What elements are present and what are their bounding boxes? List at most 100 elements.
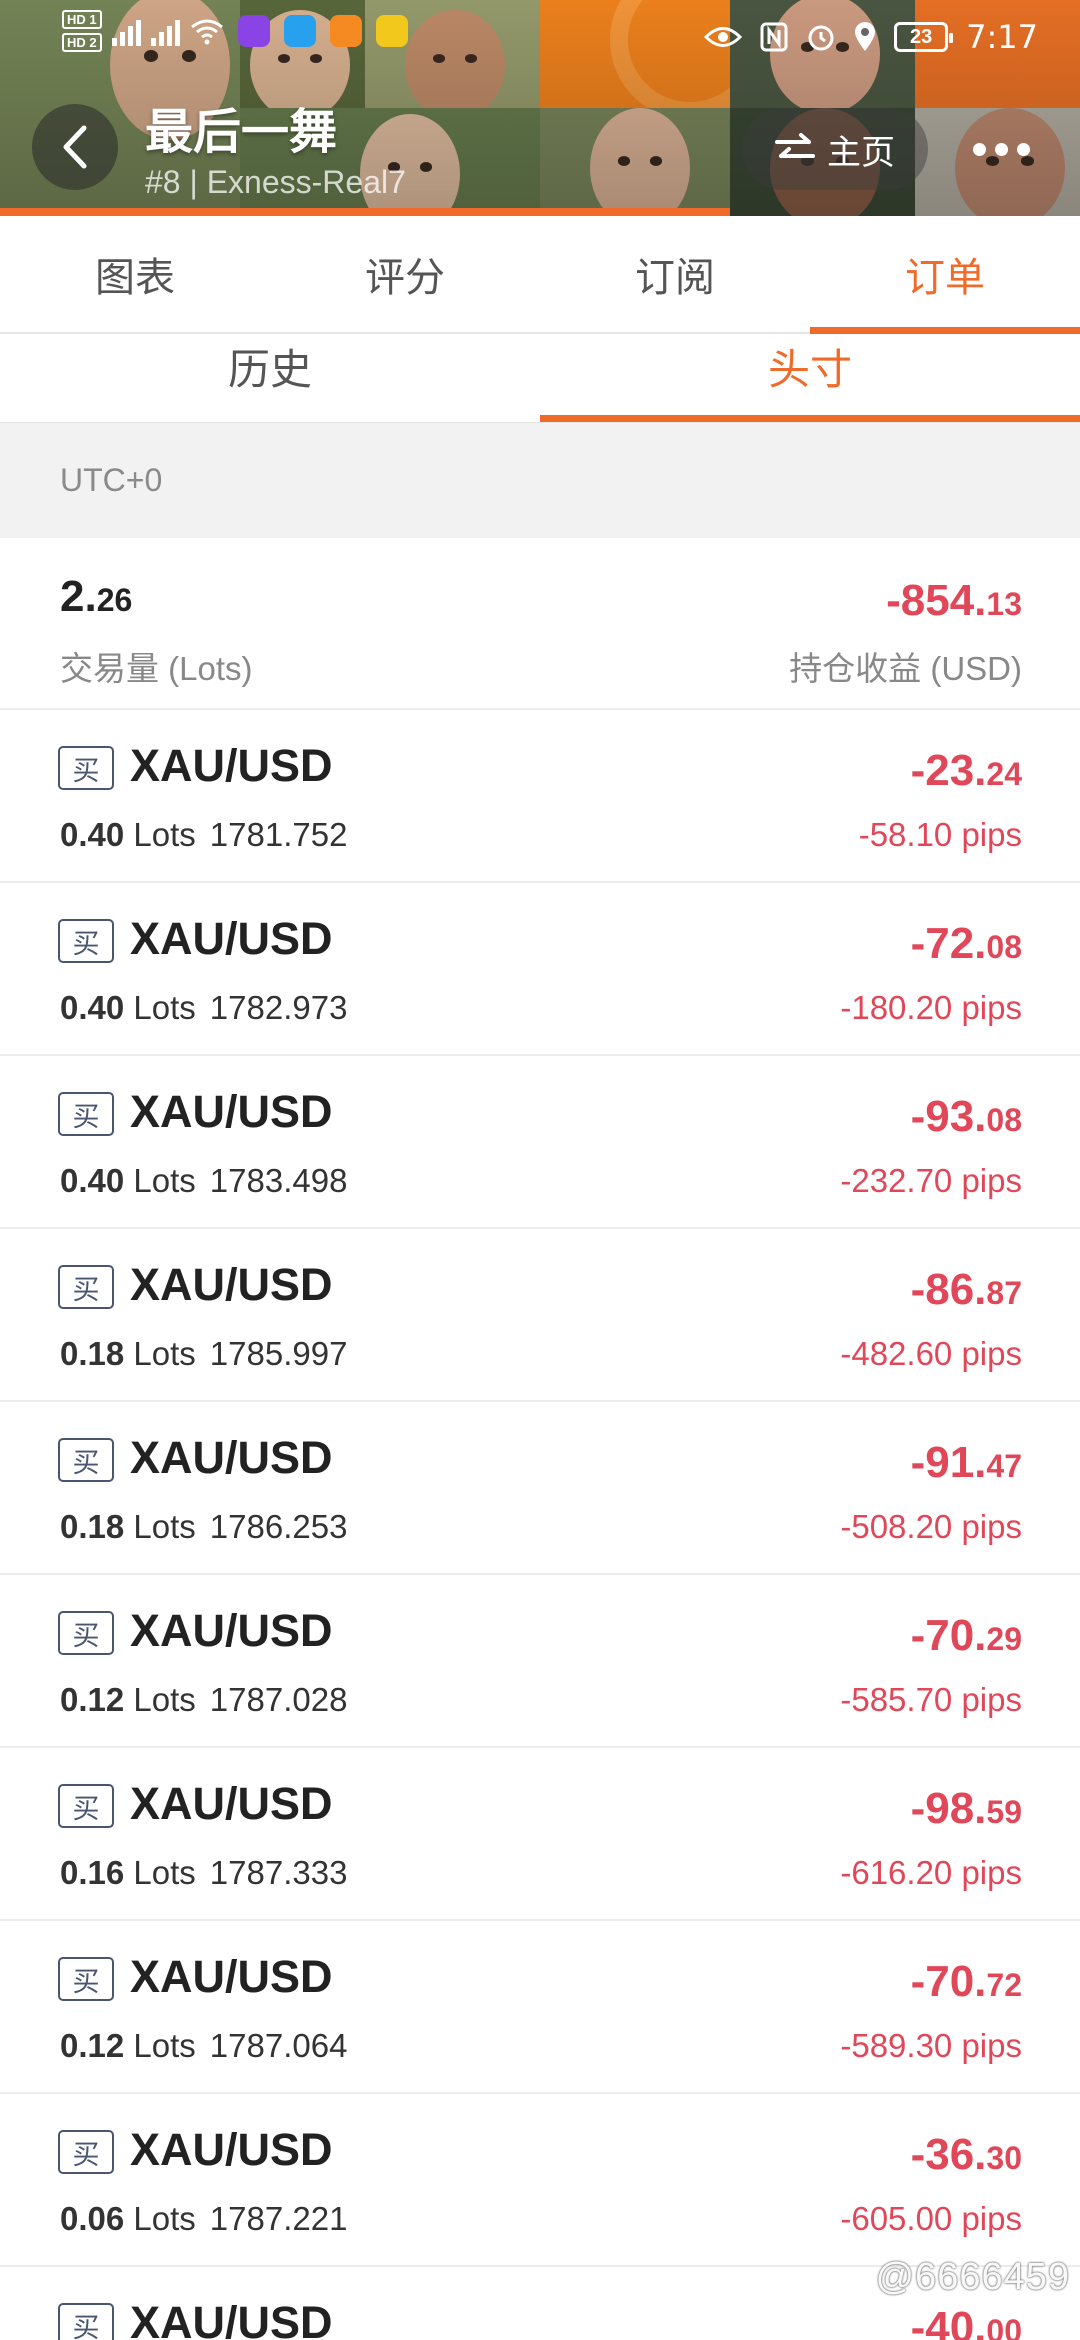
chevron-left-icon [63, 125, 87, 169]
total-profit-dec: 13 [986, 586, 1022, 622]
total-volume-int: 2. [60, 572, 97, 621]
order-profit: -70.72 [911, 1957, 1022, 2007]
profile-name: 最后一舞 [145, 106, 338, 159]
order-detail: 0.06 Lots 1787.221 [60, 2200, 347, 2238]
order-profit: -91.47 [911, 1438, 1022, 1488]
order-lots: 0.40 [60, 1162, 125, 1199]
buy-badge: 买 [58, 919, 114, 963]
tab-orders[interactable]: 订单 [810, 216, 1080, 334]
order-profit-dec: 08 [986, 1102, 1022, 1138]
timezone-bar: UTC+0 [0, 422, 1080, 538]
order-open-price: 1787.064 [209, 2027, 348, 2064]
order-list: 买 XAU/USD 0.40 Lots 1781.752 -23.24 -58.1… [0, 710, 1080, 2340]
order-lots: 0.16 [60, 1854, 125, 1891]
order-detail: 0.40 Lots 1782.973 [60, 989, 347, 1027]
order-profit-int: -70. [910, 1611, 987, 1660]
status-time: 7:17 [966, 18, 1038, 56]
battery-indicator: 23 [894, 22, 954, 52]
order-profit: -72.08 [911, 919, 1022, 969]
order-row[interactable]: 买 XAU/USD 0.40 Lots 1782.973 -72.08 -180.… [0, 883, 1080, 1056]
order-row[interactable]: 买 XAU/USD 0.12 Lots 1787.028 -70.29 -585.… [0, 1575, 1080, 1748]
total-profit: -854.13 [886, 576, 1022, 626]
order-open-price: 1787.028 [209, 1681, 348, 1718]
order-row[interactable]: 买 XAU/USD 0.18 Lots 1786.253 -91.47 -508.… [0, 1402, 1080, 1575]
order-profit-dec: 59 [986, 1794, 1022, 1830]
alarm-icon [808, 25, 834, 51]
order-symbol: XAU/USD [130, 1259, 333, 1310]
more-options-button[interactable] [952, 106, 1050, 192]
main-tabs: 图表 评分 订阅 订单 [0, 216, 1080, 334]
order-lots-unit: Lots [133, 1335, 196, 1372]
app-notification-icon-purple [237, 15, 270, 47]
sim1-label: HD 1 [62, 10, 102, 29]
order-profit-int: -72. [910, 919, 987, 968]
battery-level: 23 [910, 25, 933, 48]
sim-indicators: HD 1 HD 2 [62, 10, 102, 52]
app-notification-icon-yellow [375, 15, 408, 47]
order-lots: 0.40 [60, 989, 125, 1026]
order-profit-int: -70. [910, 1957, 987, 2006]
order-symbol: XAU/USD [130, 1086, 333, 1137]
order-lots: 0.06 [60, 2200, 125, 2237]
order-profit: -40.00 [911, 2303, 1022, 2340]
order-row[interactable]: 买 XAU/USD 0.12 Lots 1787.064 -70.72 -589.… [0, 1921, 1080, 2094]
positions-summary: 2.26 交易量 (Lots) -854.13 持仓收益 (USD) [0, 538, 1080, 710]
order-profit: -23.24 [911, 746, 1022, 796]
buy-badge: 买 [58, 746, 114, 790]
signal-icon [111, 16, 141, 46]
order-symbol: XAU/USD [130, 1778, 333, 1829]
order-pips: -508.20 pips [840, 1508, 1022, 1545]
order-lots-unit: Lots [133, 989, 196, 1026]
order-profit-int: -23. [910, 746, 987, 795]
total-profit-label: 持仓收益 (USD) [789, 650, 1022, 687]
order-profit-dec: 00 [986, 2313, 1022, 2340]
order-profit-int: -91. [910, 1438, 987, 1487]
header-accent-strip [0, 208, 730, 216]
subtab-history[interactable]: 历史 [0, 334, 540, 422]
profile-rank-server: #8 | Exness-Real7 [145, 164, 406, 200]
order-pips: -589.30 pips [840, 2027, 1022, 2064]
back-button[interactable] [32, 104, 118, 190]
order-lots-unit: Lots [133, 2200, 196, 2237]
buy-badge: 买 [58, 1957, 114, 2001]
order-symbol: XAU/USD [130, 913, 333, 964]
order-profit-dec: 87 [986, 1275, 1022, 1311]
order-lots: 0.40 [60, 816, 125, 853]
total-volume: 2.26 [60, 572, 132, 622]
order-open-price: 1785.997 [209, 1335, 348, 1372]
order-row[interactable]: 买 XAU/USD 0.40 Lots 1781.752 -23.24 -58.1… [0, 710, 1080, 883]
subtab-positions[interactable]: 头寸 [540, 334, 1080, 422]
tab-subscribe[interactable]: 订阅 [540, 216, 810, 332]
order-detail: 0.12 Lots 1787.064 [60, 2027, 347, 2065]
wifi-icon [190, 19, 223, 45]
order-lots: 0.18 [60, 1508, 125, 1545]
order-open-price: 1783.498 [209, 1162, 348, 1199]
sim2-label: HD 2 [62, 33, 102, 52]
order-pips: -616.20 pips [840, 1854, 1022, 1891]
order-detail: 0.16 Lots 1787.333 [60, 1854, 347, 1892]
order-detail: 0.18 Lots 1786.253 [60, 1508, 347, 1546]
order-lots-unit: Lots [133, 1681, 196, 1718]
status-bar: HD 1 HD 2 23 7:17 [0, 0, 1080, 72]
order-row[interactable]: 买 XAU/USD 0.40 Lots 1783.498 -93.08 -232.… [0, 1056, 1080, 1229]
order-row[interactable]: 买 XAU/USD 0.16 Lots 1787.333 -98.59 -616.… [0, 1748, 1080, 1921]
order-profit-dec: 08 [986, 929, 1022, 965]
buy-badge: 买 [58, 1092, 114, 1136]
location-icon [855, 22, 876, 51]
order-profit-int: -40. [910, 2303, 987, 2340]
nfc-icon [760, 22, 788, 52]
order-lots: 0.12 [60, 2027, 125, 2064]
order-profit: -36.30 [911, 2130, 1022, 2180]
order-lots: 0.12 [60, 1681, 125, 1718]
order-row[interactable]: 买 XAU/USD 0.18 Lots 1785.997 -86.87 -482.… [0, 1229, 1080, 1402]
order-pips: -58.10 pips [858, 816, 1022, 853]
tab-chart[interactable]: 图表 [0, 216, 270, 332]
profile-header: HD 1 HD 2 23 7:17 最后一舞 #8 | Exness-Real7… [0, 0, 1080, 216]
order-row[interactable]: 买 XAU/USD 0.06 Lots 1787.221 -36.30 -605.… [0, 2094, 1080, 2267]
more-dots-icon [972, 142, 986, 156]
order-lots-unit: Lots [133, 1854, 196, 1891]
buy-badge: 买 [58, 2303, 114, 2340]
total-profit-int: -854. [886, 576, 987, 625]
tab-rating[interactable]: 评分 [270, 216, 540, 332]
home-button[interactable]: 主页 [742, 108, 928, 190]
